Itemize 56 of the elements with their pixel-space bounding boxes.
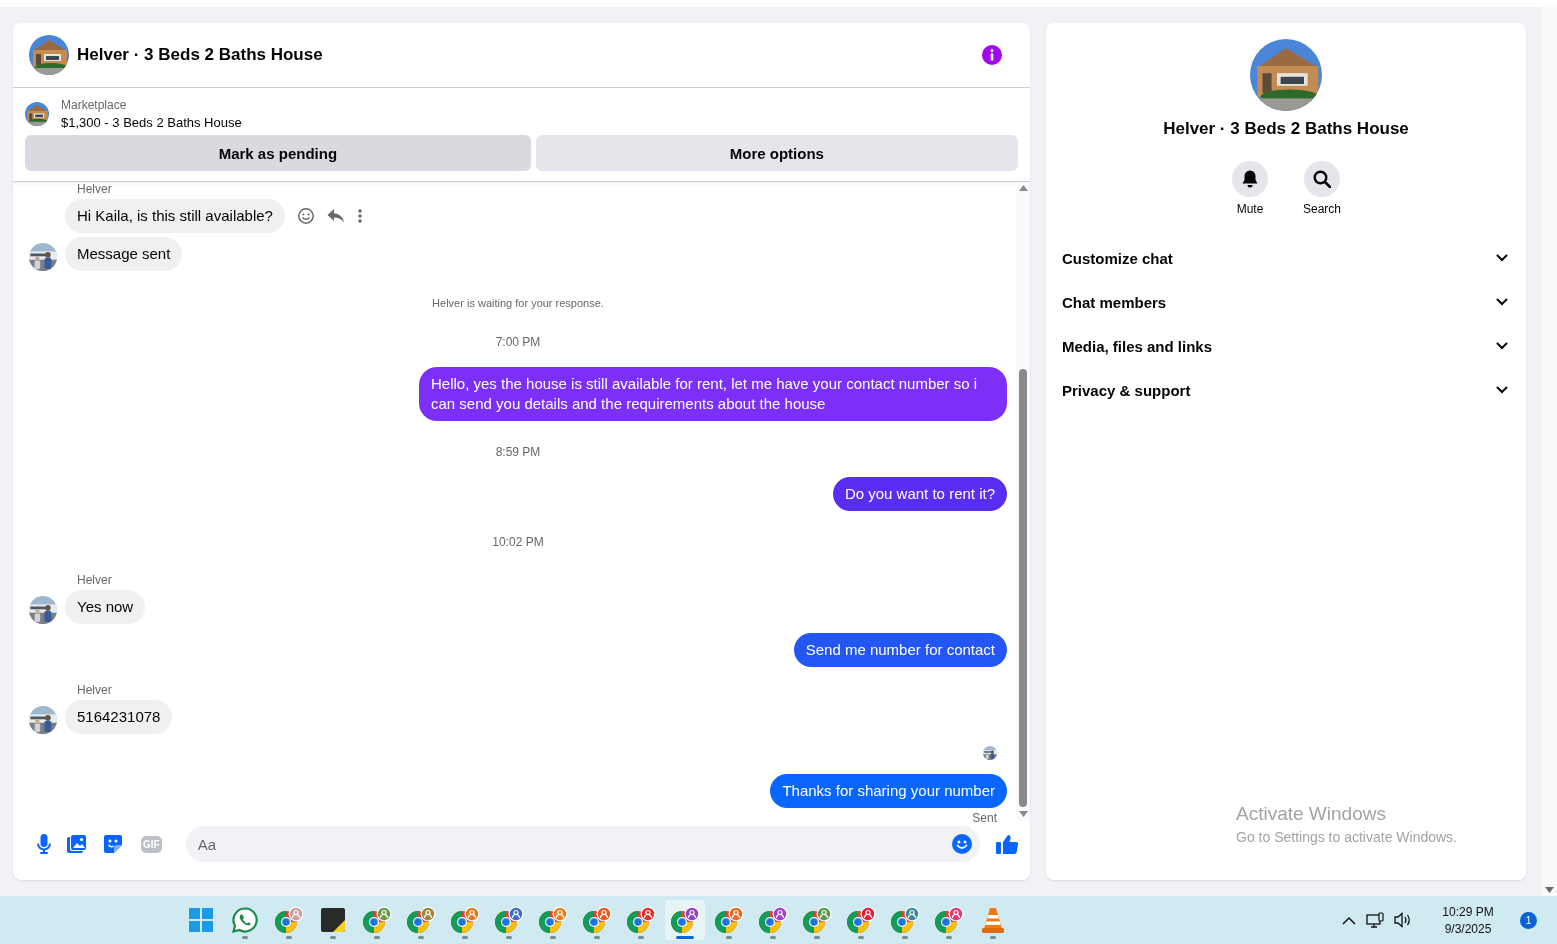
chat-title: Helver · 3 Beds 2 Baths House <box>77 45 324 65</box>
reply-icon[interactable] <box>326 208 345 224</box>
sticker-icon[interactable] <box>103 834 123 854</box>
sender-name: Helver <box>77 683 113 697</box>
microphone-icon[interactable] <box>37 834 51 854</box>
message-bubble: Hello, yes the house is still available for rent, let me have your contact number so i can send you details and the requirements about the house <box>419 367 1007 421</box>
scroll-down-icon[interactable] <box>1544 887 1554 893</box>
mute-button[interactable]: Mute <box>1223 161 1277 216</box>
message-bubble: Do you want to rent it? <box>832 477 1007 511</box>
info-icon[interactable] <box>982 45 1002 65</box>
message-field[interactable]: Aa <box>185 826 980 862</box>
network-icon[interactable] <box>1366 912 1384 928</box>
sender-name: Helver <box>77 182 113 196</box>
status-notice: Helver is waiting for your response. <box>432 297 604 309</box>
delivery-status: Sent <box>972 811 997 825</box>
bell-icon <box>1242 170 1258 188</box>
note-icon <box>321 908 345 932</box>
phone-chat-icon <box>232 907 258 933</box>
taskbar-app[interactable] <box>665 900 705 940</box>
search-icon <box>1313 170 1331 188</box>
listing-title[interactable]: $1,300 - 3 Beds 2 Baths House <box>61 115 242 130</box>
contact-name: Helver · 3 Beds 2 Baths House <box>1163 119 1409 139</box>
mark-pending-button[interactable]: Mark as pending <box>25 135 531 171</box>
emoji-icon[interactable] <box>296 207 315 225</box>
sender-name: Helver <box>77 573 113 587</box>
photo-icon[interactable] <box>67 834 87 854</box>
message-bubble: Send me number for contact <box>793 633 1007 667</box>
search-button[interactable]: Search <box>1295 161 1349 216</box>
scrollbar-thumb[interactable] <box>1019 369 1027 807</box>
message-bubble: Message sent <box>65 237 183 271</box>
timestamp: 10:02 PM <box>492 535 544 549</box>
timestamp: 8:59 PM <box>495 445 541 459</box>
timestamp: 7:00 PM <box>495 335 541 349</box>
section-header[interactable]: Chat members <box>1054 280 1518 324</box>
message-bubble: Hi Kaila, is this still available? <box>65 199 285 233</box>
scroll-up-icon[interactable] <box>1018 185 1028 191</box>
more-options-button[interactable]: More options <box>535 135 1018 171</box>
listing-label: Marketplace <box>61 98 128 112</box>
message-bubble: Yes now <box>65 590 146 624</box>
notification-count[interactable]: 1 <box>1520 911 1537 929</box>
message-bubble: Thanks for sharing your number <box>770 774 1007 808</box>
message-bubble: 5164231078 <box>65 700 173 734</box>
speaker-icon[interactable] <box>1394 912 1412 928</box>
traffic-cone-icon <box>982 907 1004 933</box>
thumbs-up-icon[interactable] <box>996 834 1018 854</box>
section-header[interactable]: Customize chat <box>1054 236 1518 280</box>
section-header[interactable]: Privacy & support <box>1054 368 1518 412</box>
windows-logo-icon <box>189 908 213 932</box>
more-icon[interactable] <box>356 208 363 224</box>
activation-title: Activate Windows <box>1236 803 1387 825</box>
caret-up-icon[interactable] <box>1342 915 1356 925</box>
section-header[interactable]: Media, files and links <box>1054 324 1518 368</box>
emoji-icon[interactable] <box>952 834 972 854</box>
clock[interactable]: 10:29 PM 9/3/2025 <box>1436 904 1500 936</box>
activation-text: Go to Settings to activate Windows. <box>1236 829 1457 845</box>
scroll-down-icon[interactable] <box>1018 811 1028 817</box>
